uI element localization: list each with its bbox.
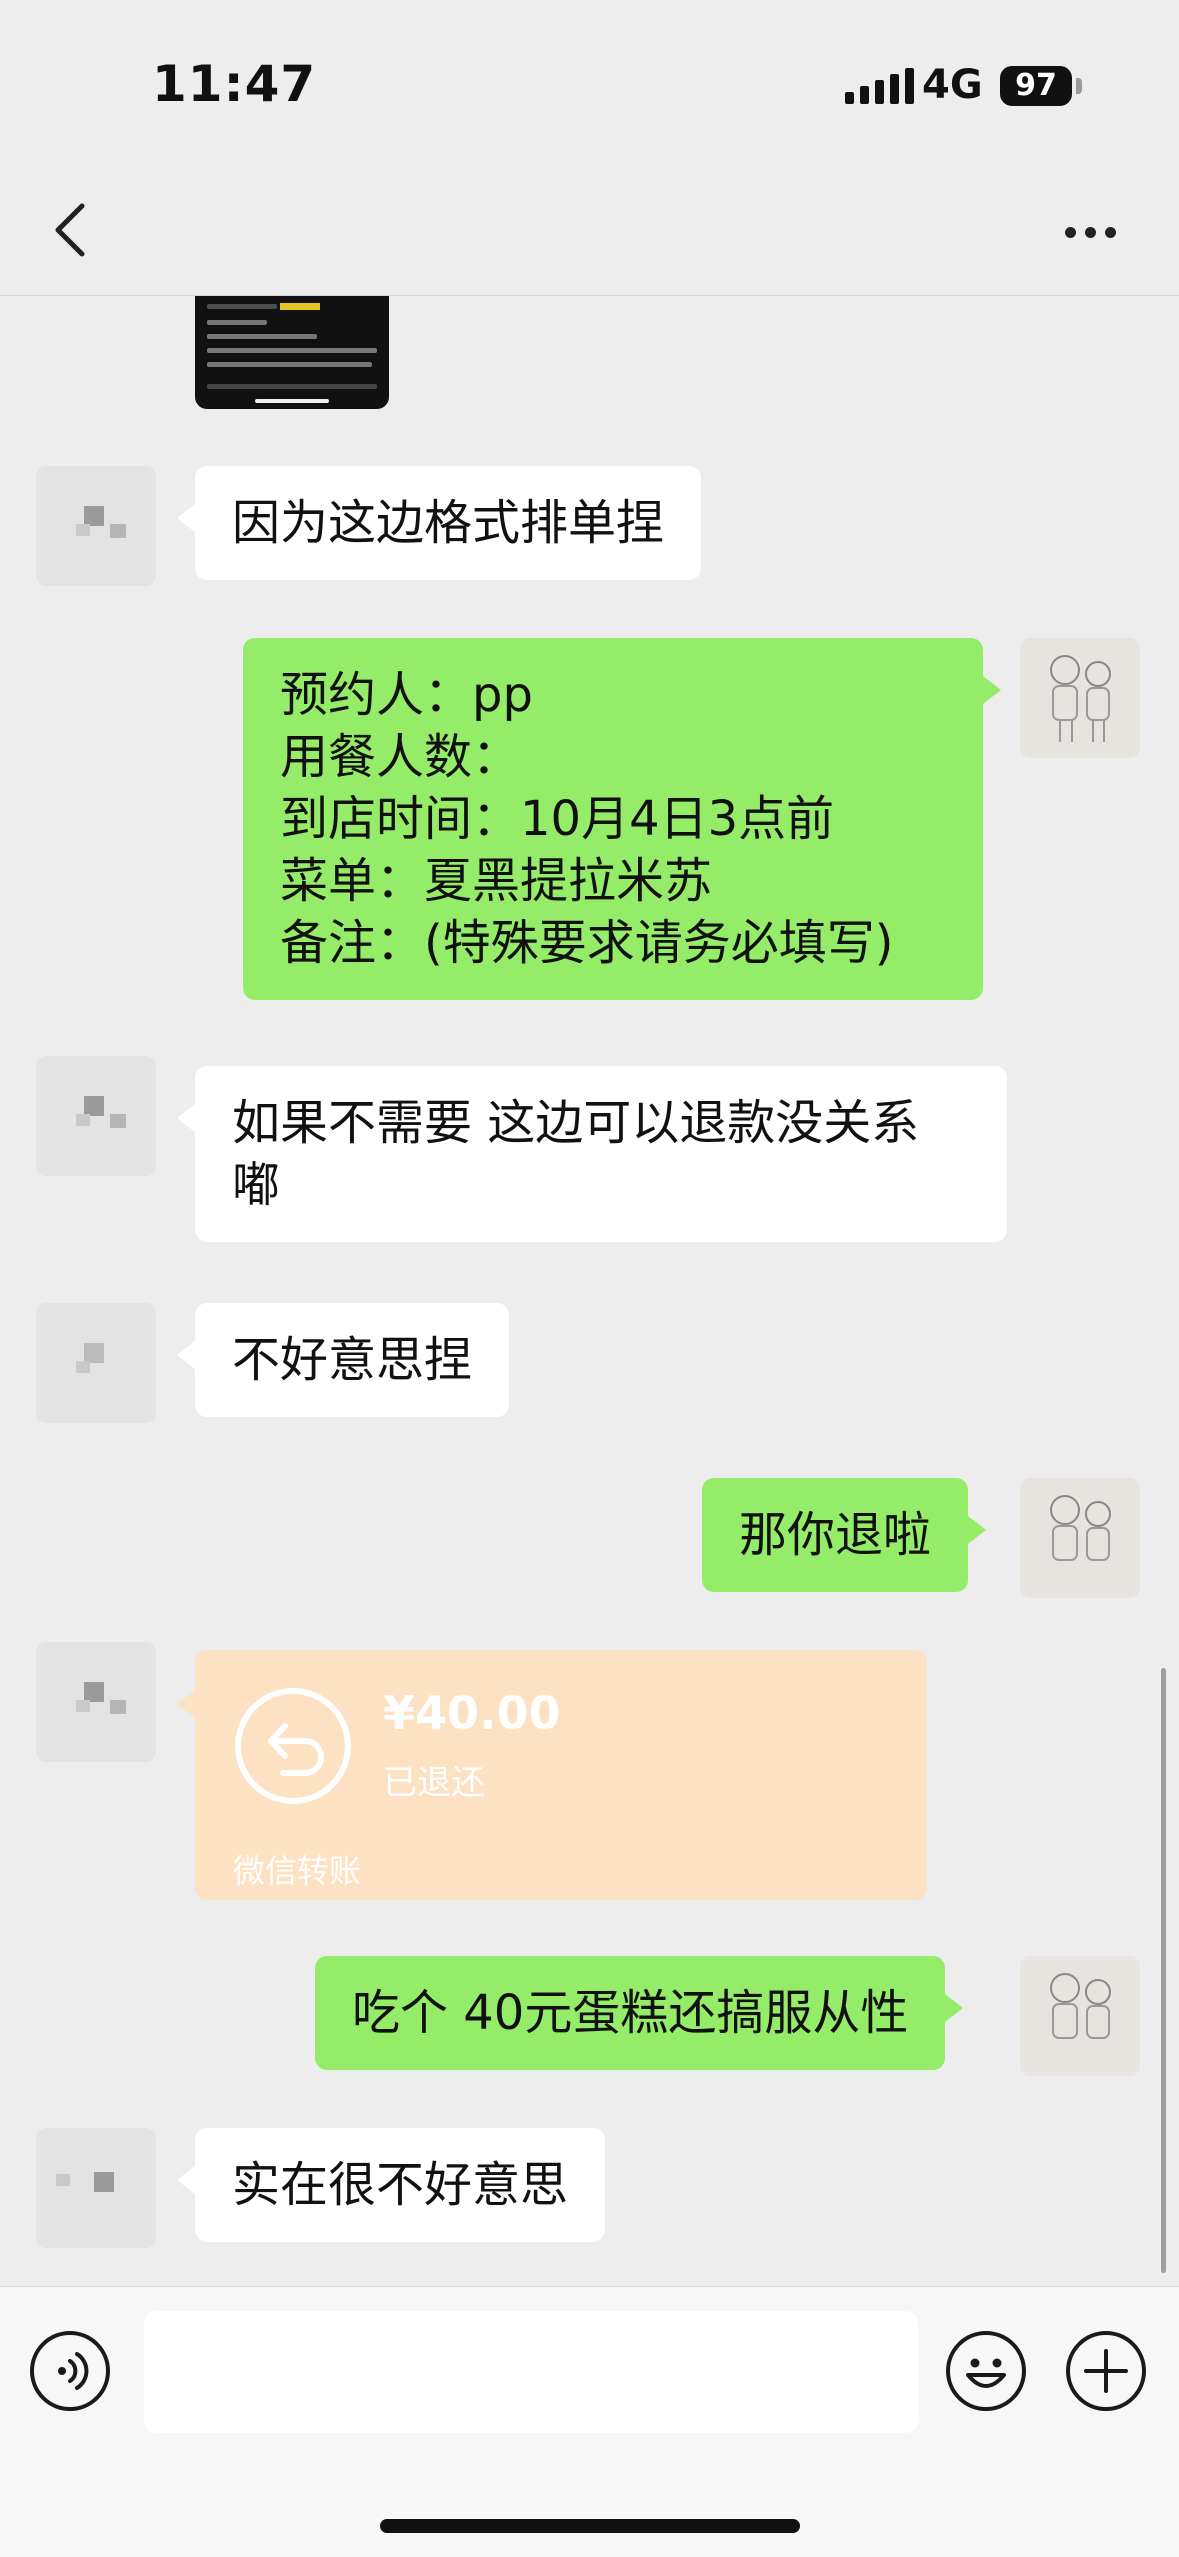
my-avatar[interactable] — [1020, 1956, 1140, 2076]
status-time: 11:47 — [152, 55, 317, 113]
transfer-card[interactable]: ¥40.00 已退还 微信转账 — [177, 1650, 927, 1900]
nav-bar — [0, 170, 1179, 296]
contact-avatar[interactable] — [36, 1056, 156, 1176]
message-line: 备注：(特殊要求请务必填写) — [280, 915, 894, 971]
contact-avatar[interactable] — [36, 1303, 156, 1423]
transfer-status: 已退还 — [383, 1763, 485, 1803]
voice-icon[interactable] — [30, 2331, 110, 2411]
message-incoming[interactable]: 因为这边格式排单捏 — [176, 466, 702, 580]
message-line: 嘟 — [232, 1157, 281, 1213]
contact-avatar[interactable] — [36, 466, 156, 586]
input-bar — [0, 2286, 1179, 2557]
message-input[interactable] — [144, 2311, 918, 2433]
message-outgoing[interactable]: 吃个 40元蛋糕还搞服从性 — [315, 1956, 964, 2070]
chat-title-redacted — [360, 210, 860, 260]
message-line: 到店时间：10月4日3点前 — [280, 791, 835, 847]
message-line: 如果不需要 这边可以退款没关系 — [232, 1095, 920, 1151]
contact-avatar[interactable] — [36, 2128, 156, 2248]
message-outgoing[interactable]: 那你退啦 — [702, 1478, 987, 1592]
contact-avatar[interactable] — [36, 1642, 156, 1762]
battery-icon: 97 — [1000, 66, 1072, 106]
refund-icon — [235, 1688, 351, 1804]
message-line: 用餐人数： — [280, 729, 521, 785]
screenshot-thumbnail[interactable] — [195, 296, 389, 409]
plus-icon[interactable] — [1066, 2331, 1146, 2411]
signal-icon — [845, 68, 914, 104]
home-indicator — [380, 2519, 800, 2533]
message-incoming[interactable]: 实在很不好意思 — [176, 2128, 606, 2242]
battery-tip — [1076, 78, 1082, 94]
message-line: 预约人：pp — [280, 667, 533, 723]
message-incoming[interactable]: 不好意思捏 — [176, 1303, 510, 1417]
my-avatar[interactable] — [1020, 1478, 1140, 1598]
more-icon[interactable] — [1065, 227, 1116, 238]
status-bar: 11:47 4G 97 — [0, 0, 1179, 170]
emoji-icon[interactable] — [946, 2331, 1026, 2411]
back-icon[interactable] — [44, 200, 104, 260]
my-avatar[interactable] — [1020, 638, 1140, 758]
message-outgoing-booking[interactable]: 预约人：pp 用餐人数： 到店时间：10月4日3点前 菜单：夏黑提拉米苏 备注：… — [243, 638, 1001, 1000]
chat-area[interactable]: 因为这边格式排单捏 预约人：pp 用餐人数： 到店时间：10月4日3点前 菜单：… — [0, 296, 1179, 2286]
scrollbar[interactable] — [1161, 1668, 1166, 2273]
network-type: 4G — [922, 62, 983, 108]
transfer-amount: ¥40.00 — [383, 1686, 561, 1740]
message-incoming[interactable]: 如果不需要 这边可以退款没关系 嘟 — [177, 1066, 1007, 1242]
transfer-label: 微信转账 — [233, 1852, 362, 1890]
message-line: 菜单：夏黑提拉米苏 — [280, 853, 713, 909]
